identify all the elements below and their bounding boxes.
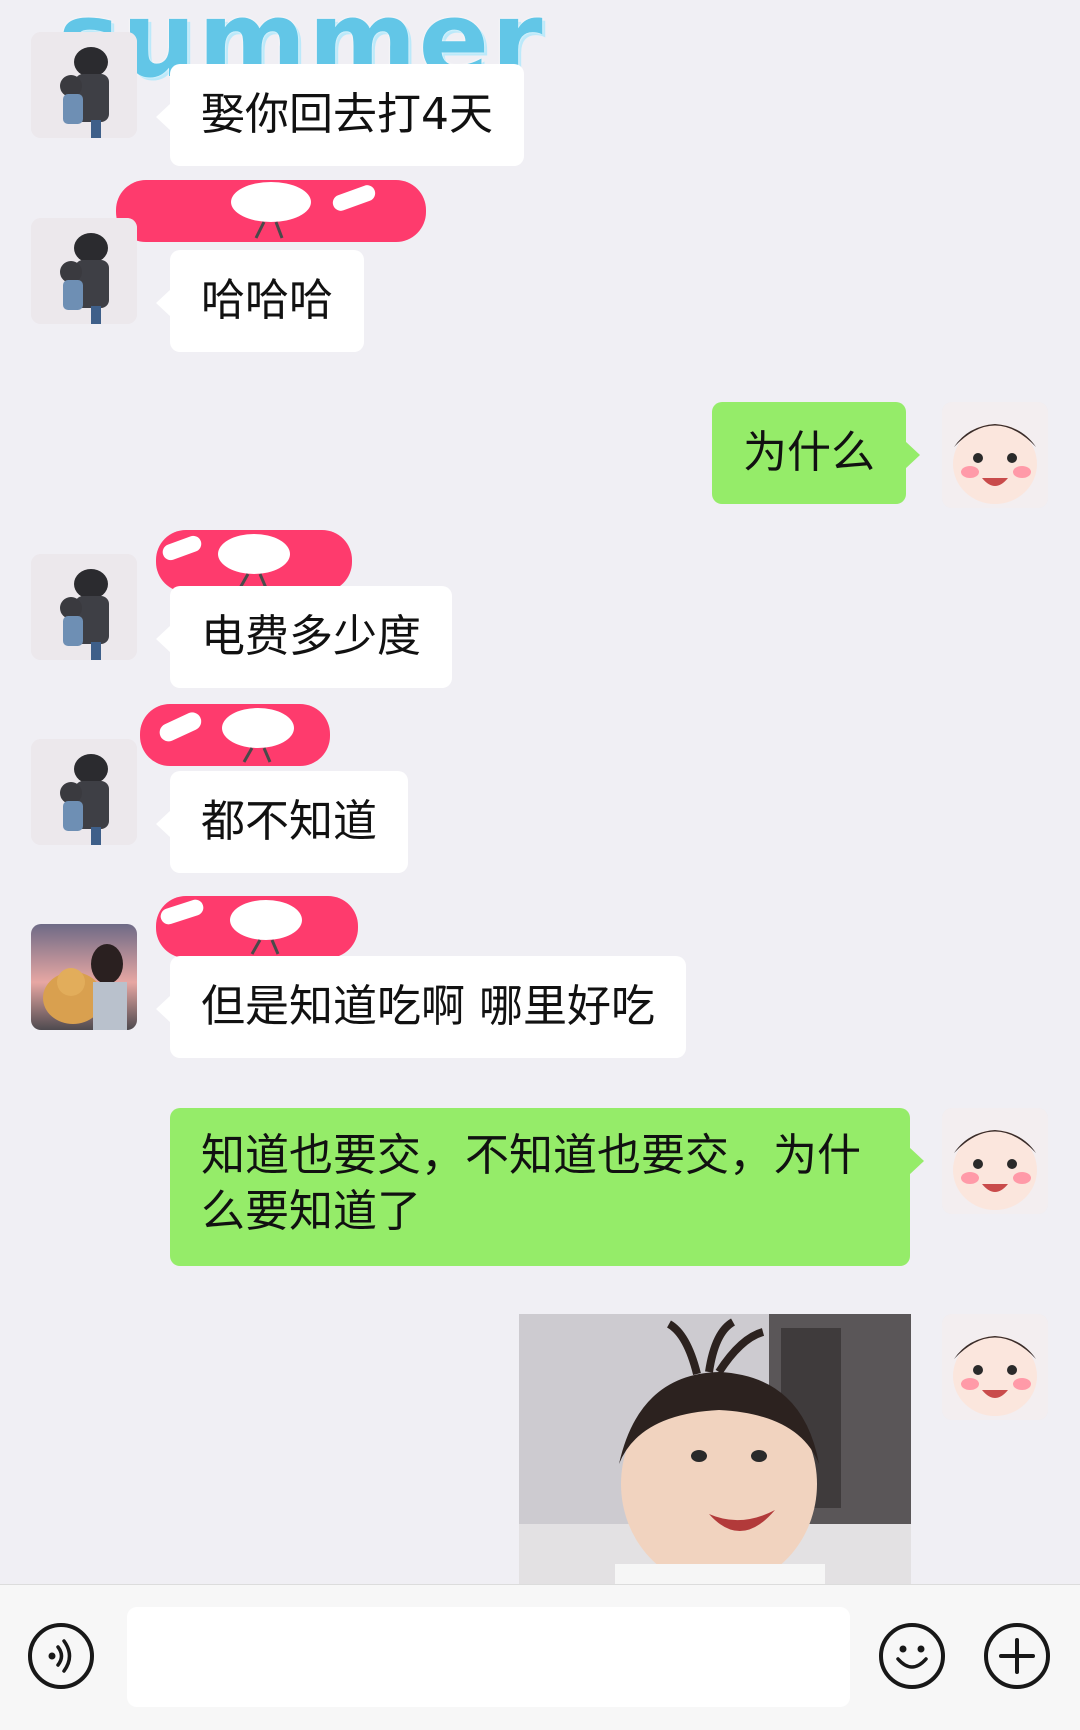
message-bubble-outgoing[interactable]: 为什么 bbox=[712, 402, 920, 504]
boy-avatar-illustration bbox=[31, 554, 137, 660]
goose-redaction-sticker bbox=[116, 180, 426, 242]
baby-avatar-illustration bbox=[942, 1314, 1048, 1420]
chat-screen: summer 娶你回去打4天 哈哈哈 为什么 电费多少度 都不知道 但是知道吃啊… bbox=[0, 0, 1080, 1730]
baby-avatar[interactable] bbox=[942, 1314, 1048, 1420]
message-input[interactable] bbox=[127, 1607, 850, 1707]
message-bubble-incoming[interactable]: 哈哈哈 bbox=[156, 250, 364, 352]
boy-avatar-illustration bbox=[31, 739, 137, 845]
image-message-laughing-toddler[interactable] bbox=[519, 1314, 911, 1584]
voice-button[interactable] bbox=[28, 1623, 94, 1689]
boy-avatar-illustration bbox=[31, 218, 137, 324]
baby-avatar[interactable] bbox=[942, 1108, 1048, 1214]
chat-input-bar bbox=[0, 1584, 1080, 1730]
emoji-button[interactable] bbox=[879, 1623, 945, 1689]
boy-avatar[interactable] bbox=[31, 554, 137, 660]
voice-icon bbox=[48, 1639, 72, 1673]
plus-button[interactable] bbox=[984, 1623, 1050, 1689]
goose-redaction-sticker bbox=[156, 530, 352, 592]
baby-avatar[interactable] bbox=[942, 402, 1048, 508]
plus-icon bbox=[999, 1638, 1035, 1674]
baby-avatar-illustration bbox=[942, 402, 1048, 508]
girl-dog-avatar-photo bbox=[31, 924, 137, 1030]
goose-redaction-sticker bbox=[140, 704, 330, 766]
boy-avatar-illustration bbox=[31, 32, 137, 138]
boy-avatar[interactable] bbox=[31, 218, 137, 324]
message-bubble-incoming[interactable]: 都不知道 bbox=[156, 771, 408, 873]
laughing-toddler-photo bbox=[519, 1314, 911, 1584]
boy-avatar[interactable] bbox=[31, 739, 137, 845]
message-bubble-incoming[interactable]: 娶你回去打4天 bbox=[156, 64, 524, 166]
girl-dog-avatar[interactable] bbox=[31, 924, 137, 1030]
goose-redaction-sticker bbox=[156, 896, 358, 958]
baby-avatar-illustration bbox=[942, 1108, 1048, 1214]
message-bubble-outgoing[interactable]: 知道也要交，不知道也要交，为什么要知道了 bbox=[170, 1108, 924, 1266]
boy-avatar[interactable] bbox=[31, 32, 137, 138]
emoji-icon bbox=[896, 1645, 928, 1669]
message-bubble-incoming[interactable]: 但是知道吃啊 哪里好吃 bbox=[156, 956, 686, 1058]
message-bubble-incoming[interactable]: 电费多少度 bbox=[156, 586, 452, 688]
